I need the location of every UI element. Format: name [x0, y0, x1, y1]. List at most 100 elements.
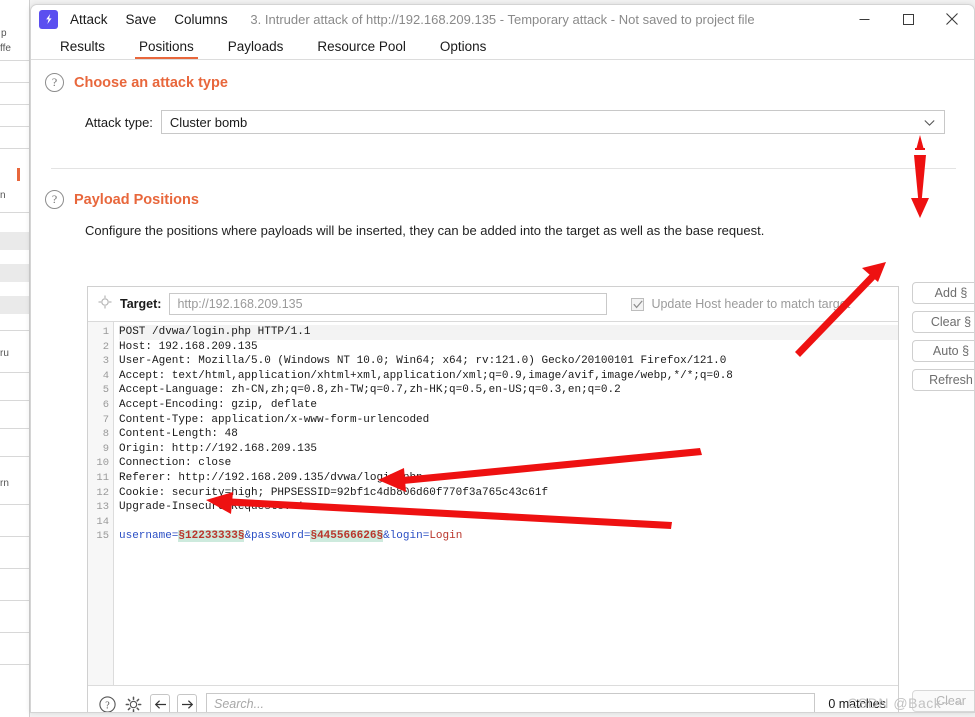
request-editor-panel: Target: http://192.168.209.135 Update Ho…: [87, 286, 899, 713]
window-controls: [842, 5, 974, 33]
target-input[interactable]: http://192.168.209.135: [169, 293, 608, 315]
line-number: 7: [102, 413, 109, 426]
screenshot-root: p ffe n ru rn Attack Save Columns 3. Int…: [0, 0, 975, 717]
bg-fragment-3: ru: [0, 348, 9, 359]
bg-divider: [0, 568, 29, 569]
crosshair-icon: [98, 295, 112, 314]
tab-payloads[interactable]: Payloads: [211, 39, 301, 59]
positions-panel: ? Choose an attack type Attack type: Clu…: [31, 60, 974, 713]
bg-divider: [0, 600, 29, 601]
request-line: Content-Type: application/x-www-form-url…: [119, 413, 430, 426]
bg-divider: [0, 664, 29, 665]
body-username-payload[interactable]: §12233333§: [178, 530, 245, 543]
question-circle-icon[interactable]: ?: [98, 695, 117, 712]
line-number: 5: [102, 384, 109, 397]
attack-type-value: Cluster bomb: [169, 114, 248, 130]
line-number: 15: [96, 530, 109, 543]
line-number: 1: [102, 326, 109, 338]
request-line: Cookie: security=high; PHPSESSID=92bf1c4…: [119, 486, 549, 499]
payload-positions-description: Configure the positions where payloads w…: [85, 223, 765, 238]
request-line: POST /dvwa/login.php HTTP/1.1: [119, 325, 898, 340]
bg-band: [0, 264, 29, 282]
request-line: Accept-Language: zh-CN,zh;q=0.8,zh-TW;q=…: [119, 384, 621, 397]
menu-columns[interactable]: Columns: [174, 12, 227, 27]
intruder-window: Attack Save Columns 3. Intruder attack o…: [30, 4, 975, 713]
tab-results[interactable]: Results: [43, 39, 122, 59]
attack-type-header: ? Choose an attack type: [31, 73, 228, 92]
help-icon[interactable]: ?: [45, 190, 64, 209]
bg-divider: [0, 428, 29, 429]
bg-divider: [0, 372, 29, 373]
request-line: Content-Length: 48: [119, 428, 238, 441]
help-icon[interactable]: ?: [45, 73, 64, 92]
request-body-line: username=§12233333§ & password=§445566626§…: [119, 529, 898, 544]
line-number: 8: [102, 428, 109, 441]
bg-fragment-2: n: [0, 190, 6, 201]
bg-divider: [0, 330, 29, 331]
line-number-gutter: 1 2 3 4 5 6 7 8 9 10 11 12 13 14 15: [88, 322, 114, 685]
svg-text:?: ?: [105, 700, 110, 711]
checkbox-checked-icon: [631, 297, 645, 311]
request-line: Accept-Encoding: gzip, deflate: [119, 398, 318, 411]
tab-positions[interactable]: Positions: [122, 39, 211, 59]
attack-type-row: Attack type: Cluster bomb: [31, 110, 974, 134]
bg-divider: [0, 60, 29, 61]
bg-fragment-1: ffe: [0, 43, 11, 54]
body-password-key: password=: [251, 530, 311, 543]
bg-fragment-0: p: [1, 28, 7, 39]
line-number: 11: [96, 471, 109, 484]
refresh-button[interactable]: Refresh: [912, 369, 974, 391]
bg-fragment-4: rn: [0, 478, 9, 489]
request-line: Accept: text/html,application/xhtml+xml,…: [119, 369, 733, 382]
update-host-header-checkbox[interactable]: Update Host header to match target: [631, 297, 850, 311]
line-number: 9: [102, 442, 109, 455]
gear-icon[interactable]: [124, 695, 143, 713]
menu-attack[interactable]: Attack: [70, 12, 108, 27]
line-number: 2: [102, 340, 109, 353]
add-section-button[interactable]: Add §: [912, 282, 974, 304]
line-number: 13: [96, 501, 109, 514]
burp-lightning-icon: [39, 9, 58, 29]
auto-section-button[interactable]: Auto §: [912, 340, 974, 362]
search-next-button[interactable]: [177, 693, 197, 712]
clear-section-button[interactable]: Clear §: [912, 311, 974, 333]
request-code-area[interactable]: 1 2 3 4 5 6 7 8 9 10 11 12 13 14 15 POST…: [88, 321, 898, 685]
menu-bar: Attack Save Columns: [70, 12, 228, 27]
bg-divider: [0, 148, 29, 149]
tab-strip: Results Positions Payloads Resource Pool…: [31, 33, 974, 60]
bg-divider: [0, 504, 29, 505]
request-lines: POST /dvwa/login.php HTTP/1.1 Host: 192.…: [114, 322, 898, 685]
close-button[interactable]: [930, 5, 974, 33]
editor-search-bar: ? Search... 0 matches: [88, 685, 898, 713]
tab-resource-pool[interactable]: Resource Pool: [300, 39, 423, 59]
bg-divider: [0, 632, 29, 633]
attack-type-select[interactable]: Cluster bomb: [160, 110, 945, 134]
request-line: User-Agent: Mozilla/5.0 (Windows NT 10.0…: [119, 355, 727, 368]
search-input[interactable]: Search...: [206, 693, 816, 712]
maximize-button[interactable]: [886, 5, 930, 33]
attack-type-heading: Choose an attack type: [74, 74, 228, 91]
body-login-value: Login: [429, 530, 463, 543]
line-number: 12: [96, 486, 109, 499]
bg-divider: [0, 82, 29, 83]
body-password-payload[interactable]: §445566626§: [310, 530, 384, 543]
bg-divider: [0, 536, 29, 537]
background-window: p ffe n ru rn: [0, 0, 30, 717]
target-bar: Target: http://192.168.209.135 Update Ho…: [88, 287, 898, 321]
section-divider: [51, 168, 956, 169]
bg-divider: [0, 456, 29, 457]
body-amp-2: &: [383, 530, 390, 543]
line-number: 6: [102, 398, 109, 411]
minimize-button[interactable]: [842, 5, 886, 33]
request-line: Origin: http://192.168.209.135: [119, 442, 318, 455]
body-username-key: username=: [119, 530, 179, 543]
bg-divider: [0, 104, 29, 105]
update-host-header-label: Update Host header to match target: [651, 297, 851, 311]
search-prev-button[interactable]: [150, 693, 170, 712]
tab-options[interactable]: Options: [423, 39, 504, 59]
request-line: Host: 192.168.209.135: [119, 340, 258, 353]
menu-save[interactable]: Save: [126, 12, 157, 27]
watermark: CSDN @Back~ ~: [847, 695, 963, 711]
chevron-down-icon: [924, 115, 935, 130]
line-number: 14: [96, 515, 109, 528]
